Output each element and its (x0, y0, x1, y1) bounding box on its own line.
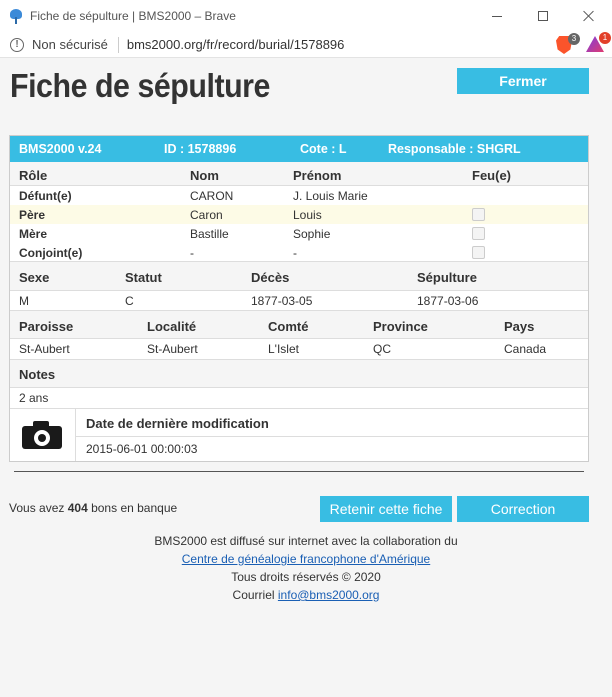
details-header-row: Sexe Statut Décès Sépulture (10, 262, 588, 291)
retain-record-button[interactable]: Retenir cette fiche (320, 496, 452, 522)
column-header: Nom (190, 168, 219, 183)
window-controls (474, 0, 612, 32)
notes-header: Notes (19, 367, 56, 382)
column-header: Décès (251, 270, 290, 285)
status-cell: C (125, 294, 134, 308)
burial-record: BMS2000 v.24 ID : 1578896 Cote : L Respo… (9, 135, 589, 462)
record-version: BMS2000 v.24 (19, 142, 102, 156)
bank-balance: Vous avez 404 bons en banque (9, 501, 177, 515)
persons-header-row: Rôle Nom Prénom Feu(e) (10, 162, 588, 186)
column-header: Province (373, 319, 428, 334)
table-row: St-Aubert St-Aubert L'Islet QC Canada (10, 339, 588, 360)
address-bar[interactable]: ! Non sécurisé bms2000.org/fr/record/bur… (0, 32, 612, 58)
deceased-checkbox[interactable] (472, 208, 485, 221)
bank-suffix: bons en banque (87, 501, 178, 515)
column-header: Feu(e) (472, 168, 511, 183)
modified-value: 2015-06-01 00:00:03 (86, 442, 198, 456)
role-cell: Conjoint(e) (19, 246, 83, 260)
deceased-checkbox[interactable] (472, 246, 485, 259)
email-link[interactable]: info@bms2000.org (278, 588, 380, 602)
county-cell: L'Islet (268, 342, 299, 356)
divider (117, 36, 119, 53)
country-cell: Canada (504, 342, 547, 356)
shields-badge: 3 (568, 33, 580, 45)
copyright: Tous droits réservés © 2020 (231, 570, 381, 584)
column-header: Statut (125, 270, 162, 285)
record-cote: Cote : L (300, 142, 347, 156)
close-button[interactable]: Fermer (457, 68, 589, 94)
column-header: Sexe (19, 270, 50, 285)
burial-date-cell: 1877-03-06 (417, 294, 479, 308)
bank-prefix: Vous avez (9, 501, 68, 515)
window-titlebar: Fiche de sépulture | BMS2000 – Brave (0, 0, 612, 32)
brave-rewards-button[interactable]: 1 (586, 32, 611, 52)
name-cell: Bastille (190, 227, 229, 241)
warning-icon[interactable]: ! (10, 37, 24, 52)
maximize-button[interactable] (520, 0, 566, 32)
rewards-badge: 1 (599, 32, 611, 44)
column-header: Comté (268, 319, 309, 334)
notes-row: 2 ans (10, 388, 588, 409)
modification-block: Date de dernière modification 2015-06-01… (10, 409, 588, 461)
column-header: Rôle (19, 168, 48, 183)
place-header-row: Paroisse Localité Comté Province Pays (10, 311, 588, 339)
deceased-checkbox[interactable] (472, 227, 485, 240)
table-row: Défunt(e) CARON J. Louis Marie (10, 186, 588, 205)
sex-cell: M (19, 294, 29, 308)
correction-button[interactable]: Correction (457, 496, 589, 522)
column-header: Prénom (293, 168, 342, 183)
photo-cell (10, 409, 76, 461)
minimize-button[interactable] (474, 0, 520, 32)
cgfa-link[interactable]: Centre de généalogie francophone d'Améri… (182, 552, 430, 566)
email-prefix: Courriel (232, 588, 278, 602)
camera-icon[interactable] (22, 421, 62, 449)
close-icon (583, 10, 595, 22)
notes-value: 2 ans (19, 391, 49, 405)
name-cell: CARON (190, 189, 234, 203)
table-row: Père Caron Louis (10, 205, 588, 224)
window-title: Fiche de sépulture | BMS2000 – Brave (30, 9, 236, 23)
province-cell: QC (373, 342, 391, 356)
extension-icons: 3 1 (556, 32, 611, 54)
firstname-cell: Sophie (293, 227, 331, 241)
death-date-cell: 1877-03-05 (251, 294, 313, 308)
column-header: Pays (504, 319, 535, 334)
table-row: Conjoint(e) - - (10, 243, 588, 262)
role-cell: Père (19, 208, 46, 222)
column-header: Localité (147, 319, 197, 334)
record-responsable: Responsable : SHGRL (388, 142, 521, 156)
firstname-cell: J. Louis Marie (293, 189, 368, 203)
role-cell: Mère (19, 227, 48, 241)
column-header: Sépulture (417, 270, 477, 285)
parish-cell: St-Aubert (19, 342, 70, 356)
close-window-button[interactable] (566, 0, 612, 32)
record-id: ID : 1578896 (164, 142, 237, 156)
firstname-cell: Louis (293, 208, 322, 222)
url-text[interactable]: bms2000.org/fr/record/burial/1578896 (127, 37, 345, 52)
footer-line: BMS2000 est diffusé sur internet avec la… (154, 534, 458, 548)
role-cell: Défunt(e) (19, 189, 72, 203)
bank-count: 404 (67, 501, 88, 515)
brave-shields-button[interactable]: 3 (556, 33, 580, 54)
column-header: Paroisse (19, 319, 74, 334)
table-row: M C 1877-03-05 1877-03-06 (10, 291, 588, 311)
name-cell: Caron (190, 208, 223, 222)
contact-line: Courriel info@bms2000.org (0, 586, 612, 604)
table-row: Mère Bastille Sophie (10, 224, 588, 243)
footer: BMS2000 est diffusé sur internet avec la… (0, 532, 612, 604)
notes-header-row: Notes (10, 360, 588, 388)
not-secure-label[interactable]: Non sécurisé (32, 37, 108, 52)
page-content: Fiche de sépulture Fermer BMS2000 v.24 I… (0, 59, 612, 697)
tree-icon (8, 8, 24, 24)
minimize-icon (492, 15, 502, 17)
page-title: Fiche de sépulture (10, 67, 270, 104)
firstname-cell: - (293, 246, 297, 260)
name-cell: - (190, 246, 194, 260)
maximize-icon (538, 11, 548, 21)
record-header: BMS2000 v.24 ID : 1578896 Cote : L Respo… (10, 136, 588, 162)
modified-header: Date de dernière modification (76, 409, 588, 437)
divider (14, 471, 584, 472)
locality-cell: St-Aubert (147, 342, 198, 356)
